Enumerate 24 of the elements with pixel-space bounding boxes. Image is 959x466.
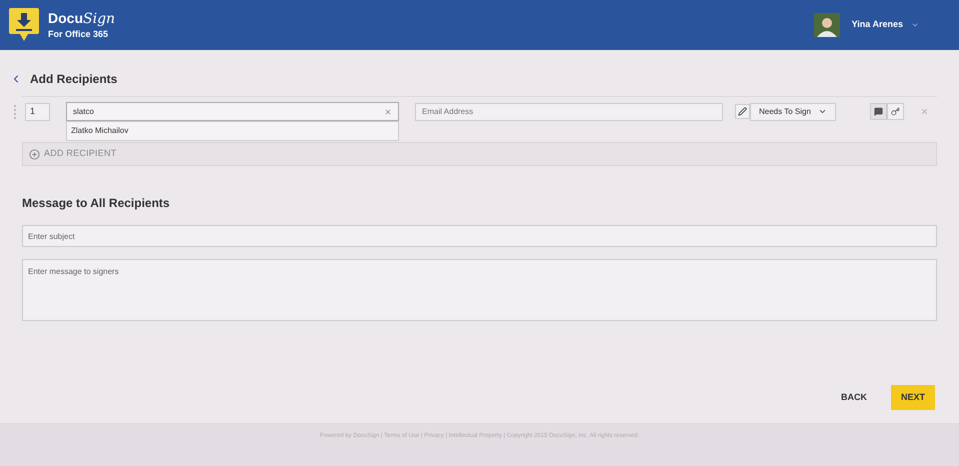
back-button[interactable]: BACK [833, 390, 875, 404]
clear-icon[interactable] [384, 108, 392, 116]
name-field[interactable]: slatco [66, 102, 399, 121]
drag-handle-icon[interactable] [14, 104, 17, 118]
avatar-icon [814, 13, 840, 37]
message-field[interactable]: Enter message to signers [22, 259, 937, 321]
caret-icon [818, 107, 827, 116]
order-field[interactable]: 1 [25, 102, 50, 120]
action-dropdown[interactable]: Needs To Sign [750, 102, 836, 120]
suggestion-item[interactable]: Zlatko Michailov [67, 122, 398, 140]
caret-icon [911, 21, 919, 29]
email-field[interactable]: Email Address [415, 102, 723, 120]
message-title: Message to All Recipients [22, 195, 171, 212]
pen-icon[interactable] [735, 104, 750, 119]
next-button[interactable]: NEXT [891, 385, 935, 410]
key-icon[interactable] [887, 103, 904, 120]
brand-name: DocuSign [48, 10, 116, 29]
user-menu[interactable]: Yina Arenes [852, 18, 919, 32]
page-title: Add Recipients [30, 71, 118, 88]
subject-field[interactable]: Enter subject [22, 225, 937, 247]
brand-subtitle: For Office 365 [48, 28, 110, 40]
plus-circle-icon [29, 148, 40, 160]
comment-icon[interactable] [870, 103, 887, 120]
download-logo-icon [8, 7, 40, 43]
